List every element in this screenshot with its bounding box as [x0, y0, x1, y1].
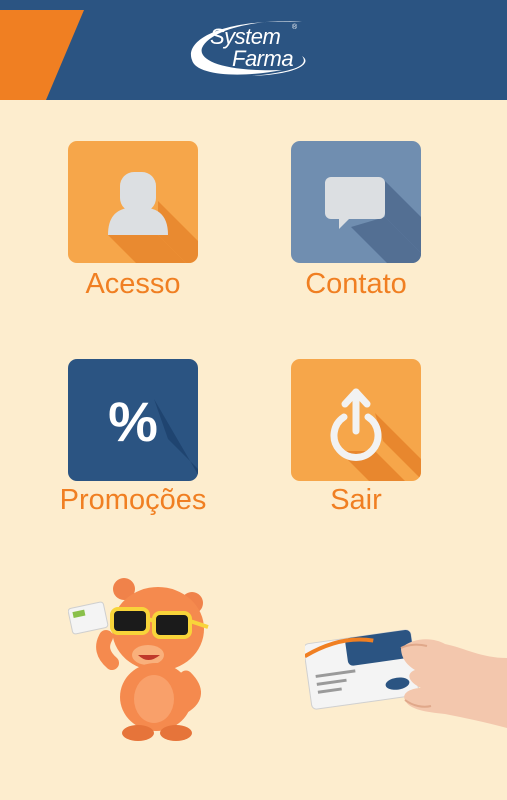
logo-text-farma: Farma [232, 46, 294, 71]
user-icon [68, 141, 198, 263]
sair-tile-button[interactable] [291, 359, 421, 481]
acesso-label[interactable]: Acesso [23, 268, 243, 301]
header-accent-shape [0, 10, 84, 100]
logo-registered-mark: ® [292, 24, 298, 31]
chat-bubble-icon [291, 141, 421, 263]
bear-mascot-illustration [68, 578, 209, 741]
app-header: System ® Farma [0, 0, 507, 100]
percent-icon: % [68, 359, 198, 481]
contato-label[interactable]: Contato [246, 268, 466, 301]
promocoes-tile-button[interactable]: % [68, 359, 198, 481]
hand-holding-card-illustration [305, 629, 507, 728]
svg-text:%: % [108, 390, 158, 453]
system-farma-logo: System ® Farma [182, 12, 326, 82]
promocoes-label[interactable]: Promoções [23, 484, 243, 517]
power-icon [291, 359, 421, 481]
contato-tile-button[interactable] [291, 141, 421, 263]
acesso-tile-button[interactable] [68, 141, 198, 263]
sair-label[interactable]: Sair [246, 484, 466, 517]
